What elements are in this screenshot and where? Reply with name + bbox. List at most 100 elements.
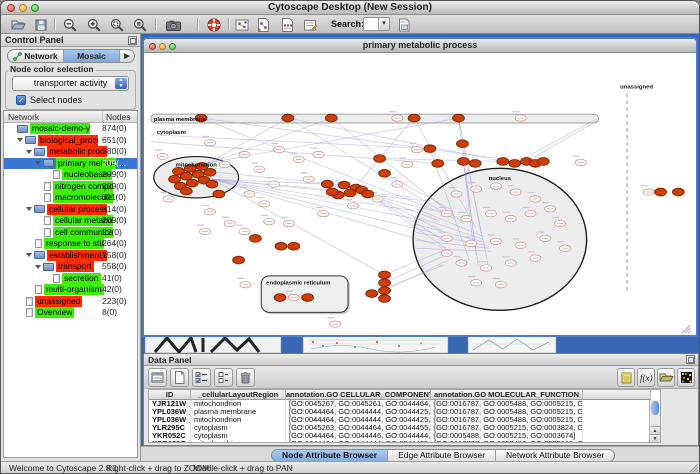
network-node[interactable] [379, 169, 391, 177]
zoom-selected-icon[interactable] [108, 16, 126, 33]
attribute-table-icon[interactable] [148, 368, 167, 387]
network-tree-row[interactable]: unassigned223(0) [4, 296, 137, 308]
scroll-up-button[interactable]: ▲ [650, 426, 660, 434]
table-cell[interactable]: cytoplasm [191, 424, 286, 432]
network-node[interactable] [374, 155, 386, 163]
tree-column-nodes[interactable]: Nodes [102, 111, 131, 123]
table-cell[interactable]: [GO:0016787, GO:0005215, GO:0003824, G..… [431, 424, 583, 432]
float-panel-icon[interactable] [128, 36, 137, 45]
function-builder-icon[interactable]: f(x) [637, 368, 655, 387]
table-cell[interactable]: YPL036W__2 [149, 408, 191, 416]
table-column-header[interactable]: annotation.GO CELLULAR_COMPONENT [286, 390, 431, 400]
network-node[interactable] [655, 188, 667, 196]
table-row[interactable]: YJR121W__1mitochondrion[GO:0045267, GO:0… [149, 400, 660, 408]
notepad-icon[interactable] [617, 368, 635, 387]
table-cell[interactable]: plasma membrane [191, 408, 286, 416]
network-node[interactable] [672, 188, 684, 196]
network-node[interactable] [362, 190, 374, 198]
network-tree-row[interactable]: cellular process614(0) [4, 204, 137, 216]
delete-attribute-icon[interactable] [236, 368, 255, 387]
network-tree-row[interactable]: nitrogen compo209(0) [4, 181, 137, 193]
table-cell[interactable]: [GO:0044464, GO:0044444, GO:0044425, G..… [286, 408, 431, 416]
tree-expand-arrow-icon[interactable] [26, 207, 32, 211]
table-cell[interactable]: [GO:0044464, GO:0044446, GO:0044444, G..… [286, 432, 431, 440]
tab-node-attribute-browser[interactable]: Node Attribute Browser [272, 450, 388, 461]
network-node[interactable] [344, 189, 356, 197]
snapshot-icon[interactable] [164, 16, 182, 33]
table-cell[interactable]: YLR295C [149, 424, 191, 432]
table-cell[interactable]: mitochondrion [191, 440, 286, 443]
tab-overflow-arrow[interactable]: ▶ [120, 50, 134, 62]
network-tree-row[interactable]: mosaic-demo-yeast874(0) [4, 123, 137, 135]
unselect-attributes-icon[interactable] [214, 368, 233, 387]
tree-expand-arrow-icon[interactable] [17, 138, 23, 142]
network-node[interactable] [180, 187, 192, 195]
select-nodes-row[interactable]: ✓ Select nodes [16, 95, 82, 105]
import-network-icon[interactable] [254, 16, 272, 33]
tree-expand-arrow-icon[interactable] [35, 161, 41, 165]
search-input[interactable]: ▾ [363, 17, 390, 31]
zoom-out-icon[interactable] [61, 16, 79, 33]
network-node[interactable] [213, 190, 225, 198]
network-node[interactable] [274, 294, 286, 302]
scrollbar-thumb[interactable] [651, 401, 659, 415]
network-node[interactable] [180, 172, 192, 180]
network-tree-row[interactable]: transport558(0) [4, 261, 137, 273]
network-tree-row[interactable]: primary metabo209(... [4, 158, 137, 170]
canvas-resize-grip-icon[interactable] [682, 325, 690, 333]
network-node[interactable] [424, 145, 436, 153]
search-dropdown-arrow[interactable]: ▾ [378, 18, 389, 30]
network-tree-row[interactable]: response to stimul264(0) [4, 238, 137, 250]
network-tree-row[interactable]: establishment of lo558(0) [4, 250, 137, 262]
network-view-titlebar[interactable]: primary metabolic process [144, 39, 696, 53]
table-cell[interactable]: [GO:0044464, GO:0044444, GO:0044425, G..… [286, 440, 431, 443]
table-scrollbar[interactable]: ▲ ▼ [649, 400, 660, 442]
table-cell[interactable]: [GO:0005488, GO:0005215, GO:0003674] [431, 432, 583, 440]
table-cell[interactable]: [GO:0016787, GO:0005488, GO:0005215, G..… [431, 408, 583, 416]
network-node[interactable] [233, 256, 245, 264]
help-icon[interactable] [205, 16, 223, 33]
tree-expand-arrow-icon[interactable] [26, 150, 32, 154]
table-row[interactable]: YKR052Ccytoplasm[GO:0044464, GO:0044446,… [149, 432, 660, 440]
network-tree-row[interactable]: nucleobase-209(0) [4, 169, 137, 181]
network-canvas[interactable]: plasma membranecytoplasmmitochondrionnuc… [144, 53, 696, 335]
network-node[interactable] [206, 180, 218, 188]
network-node[interactable] [379, 279, 391, 287]
network-node[interactable] [456, 140, 468, 148]
table-cell[interactable]: [GO:0016787, GO:0005488, GO:0005215, G..… [431, 416, 583, 424]
network-edge[interactable] [202, 118, 331, 166]
network-tree-row[interactable]: cellular metabo209(0) [4, 215, 137, 227]
table-cell[interactable]: mitochondrion [191, 416, 286, 424]
matrix-icon[interactable] [677, 368, 695, 387]
network-node[interactable] [453, 114, 465, 122]
table-cell[interactable]: [GO:0016787, GO:0005488, GO:0005215, G..… [431, 400, 583, 408]
table-row[interactable]: YDR039C__1mitochondrion[GO:0044464, GO:0… [149, 440, 660, 443]
open-folder-icon[interactable] [9, 16, 27, 33]
network-node[interactable] [204, 168, 216, 176]
network-node[interactable] [288, 242, 300, 250]
network-node[interactable] [326, 188, 338, 196]
table-cell[interactable]: [GO:0045263, GO:0044464, GO:0044455, G..… [286, 424, 431, 432]
plasma-membrane-region[interactable] [151, 114, 599, 123]
table-cell[interactable]: [GO:0016787, GO:0005488, GO:0005215, G..… [431, 440, 583, 443]
data-panel-header[interactable]: Data Panel [144, 354, 698, 366]
table-row[interactable]: YPL036W__1mitochondrion[GO:0044464, GO:0… [149, 416, 660, 424]
network-node[interactable] [379, 295, 391, 303]
dropdown-stepper-icon[interactable]: ▲▼ [115, 78, 127, 89]
table-cell[interactable]: cytoplasm [191, 432, 286, 440]
network-node[interactable] [379, 287, 391, 295]
network-edge[interactable] [526, 120, 598, 161]
network-tree-row[interactable]: Overview8(0) [4, 307, 137, 319]
table-cell[interactable]: YJR121W__1 [149, 400, 191, 408]
network-node[interactable] [325, 114, 337, 122]
tab-network[interactable]: Network [8, 50, 64, 62]
image-icon[interactable] [233, 16, 251, 33]
network-node[interactable] [366, 290, 378, 298]
save-icon[interactable] [32, 16, 50, 33]
tree-expand-arrow-icon[interactable] [26, 253, 32, 257]
network-edge[interactable] [212, 179, 414, 211]
tab-edge-attribute-browser[interactable]: Edge Attribute Browser [388, 450, 496, 461]
network-edge[interactable] [201, 118, 535, 163]
table-row[interactable]: YPL036W__2plasma membrane[GO:0044464, GO… [149, 408, 660, 416]
select-attributes-icon[interactable] [192, 368, 211, 387]
